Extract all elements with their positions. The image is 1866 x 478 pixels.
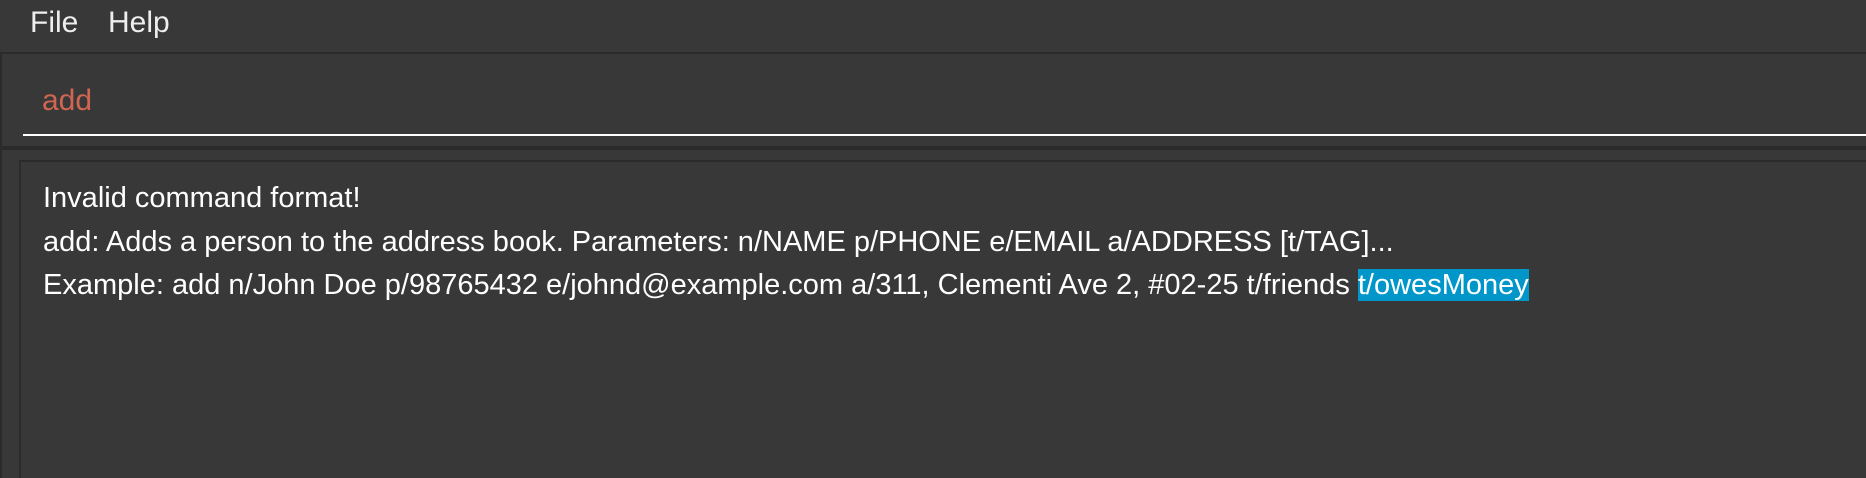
command-box[interactable]: add bbox=[0, 54, 1866, 146]
result-line-2: add: Adds a person to the address book. … bbox=[43, 226, 1394, 258]
result-line-3-text: Example: add n/John Doe p/98765432 e/joh… bbox=[43, 269, 1358, 301]
menu-help[interactable]: Help bbox=[108, 6, 170, 40]
result-line-1: Invalid command format! bbox=[43, 182, 361, 214]
result-display[interactable]: Invalid command format! add: Adds a pers… bbox=[19, 160, 1866, 478]
selected-text[interactable]: t/owesMoney bbox=[1357, 269, 1529, 301]
command-input-underline bbox=[23, 134, 1866, 136]
menu-file[interactable]: File bbox=[30, 6, 78, 40]
command-input[interactable]: add bbox=[42, 84, 92, 118]
menu-bar: File Help bbox=[0, 0, 1866, 54]
result-line-3: Example: add n/John Doe p/98765432 e/joh… bbox=[43, 263, 1529, 307]
